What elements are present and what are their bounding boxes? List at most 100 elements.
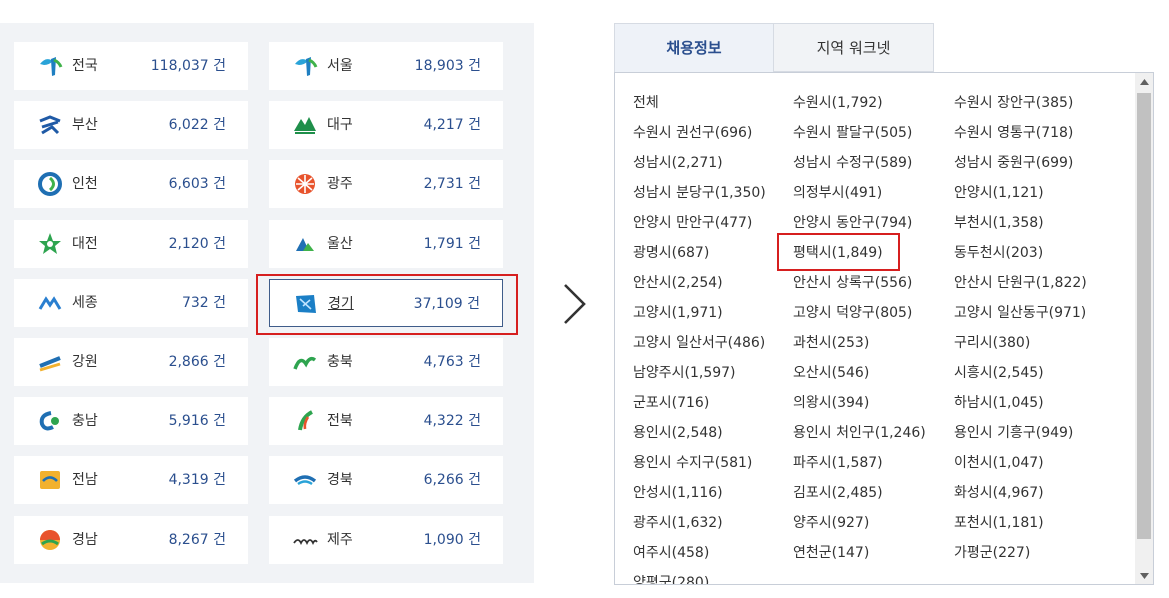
region-count: 5,916 건: [168, 413, 226, 430]
city-link[interactable]: 가평군(227): [954, 543, 1030, 563]
city-link[interactable]: 여주시(458): [633, 543, 709, 563]
region-name: 대구: [327, 117, 353, 134]
city-link[interactable]: 안양시 만안구(477): [633, 213, 752, 233]
region-name: 전북: [327, 413, 353, 430]
city-link[interactable]: 광명시(687): [633, 243, 709, 263]
city-link[interactable]: 안성시(1,116): [633, 483, 723, 503]
region-count: 1,791 건: [423, 235, 481, 252]
city-link[interactable]: 안양시(1,121): [954, 183, 1044, 203]
city-link[interactable]: 고양시 덕양구(805): [793, 303, 912, 323]
region-card[interactable]: 서울 18,903 건: [269, 42, 503, 90]
city-link[interactable]: 안산시 상록구(556): [793, 273, 912, 293]
region-card[interactable]: 광주 2,731 건: [269, 160, 503, 209]
city-link[interactable]: 수원시 팔달구(505): [793, 123, 912, 143]
city-link[interactable]: 수원시 장안구(385): [954, 93, 1073, 113]
city-link[interactable]: 의왕시(394): [793, 393, 869, 413]
region-card[interactable]: 전북 4,322 건: [269, 397, 503, 446]
city-link[interactable]: 성남시(2,271): [633, 153, 723, 173]
gyeonggi-logo-icon: [293, 292, 319, 316]
gangwon-logo-icon: [37, 350, 63, 374]
region-count: 8,267 건: [168, 531, 226, 548]
daegu-logo-icon: [292, 113, 318, 137]
city-link[interactable]: 포천시(1,181): [954, 513, 1044, 533]
region-card[interactable]: 대전 2,120 건: [14, 219, 248, 268]
city-link[interactable]: 양주시(927): [793, 513, 869, 533]
city-link[interactable]: 과천시(253): [793, 333, 869, 353]
region-card[interactable]: 전남 4,319 건: [14, 456, 248, 505]
region-count: 4,319 건: [168, 472, 226, 489]
city-link[interactable]: 연천군(147): [793, 543, 869, 563]
city-link[interactable]: 성남시 중원구(699): [954, 153, 1073, 173]
region-card[interactable]: 충북 4,763 건: [269, 338, 503, 386]
region-count: 4,217 건: [423, 117, 481, 134]
city-link[interactable]: 안산시 단원구(1,822): [954, 273, 1087, 293]
city-link[interactable]: 용인시 수지구(581): [633, 453, 752, 473]
city-link[interactable]: 수원시 영통구(718): [954, 123, 1073, 143]
scroll-up-arrow-icon[interactable]: [1135, 73, 1153, 90]
city-link[interactable]: 화성시(4,967): [954, 483, 1044, 503]
city-link[interactable]: 성남시 분당구(1,350): [633, 183, 766, 203]
vertical-scrollbar[interactable]: [1135, 73, 1153, 584]
tab-regional-worknet[interactable]: 지역 워크넷: [773, 23, 934, 72]
region-name: 경기: [328, 295, 354, 312]
city-link[interactable]: 용인시 처인구(1,246): [793, 423, 926, 443]
city-link[interactable]: 오산시(546): [793, 363, 869, 383]
chevron-right-icon: [564, 284, 586, 324]
city-link[interactable]: 전체: [633, 93, 659, 113]
city-link[interactable]: 수원시(1,792): [793, 93, 883, 113]
city-link[interactable]: 양평군(280): [633, 573, 709, 584]
region-name: 경남: [72, 531, 98, 548]
city-link[interactable]: 시흥시(2,545): [954, 363, 1044, 383]
city-link[interactable]: 안산시(2,254): [633, 273, 723, 293]
city-link[interactable]: 용인시(2,548): [633, 423, 723, 443]
city-link[interactable]: 고양시 일산서구(486): [633, 333, 765, 353]
region-card[interactable]: 대구 4,217 건: [269, 101, 503, 150]
region-name: 전남: [72, 472, 98, 489]
chungnam-logo-icon: [37, 409, 63, 433]
region-name: 대전: [72, 235, 98, 252]
region-count: 6,266 건: [423, 472, 481, 489]
region-card[interactable]: 제주 1,090 건: [269, 515, 503, 564]
korea-logo-icon: [37, 54, 63, 78]
city-link[interactable]: 의정부시(491): [793, 183, 882, 203]
region-card[interactable]: 경기 37,109 건: [269, 278, 503, 327]
region-card[interactable]: 부산 6,022 건: [14, 101, 248, 150]
incheon-logo-icon: [37, 172, 63, 197]
region-card[interactable]: 충남 5,916 건: [14, 397, 248, 446]
region-name: 부산: [72, 117, 98, 134]
city-link[interactable]: 구리시(380): [954, 333, 1030, 353]
region-name: 광주: [327, 176, 353, 193]
city-link[interactable]: 수원시 권선구(696): [633, 123, 752, 143]
region-card[interactable]: 강원 2,866 건: [14, 338, 248, 386]
city-link[interactable]: 이천시(1,047): [954, 453, 1044, 473]
region-name: 제주: [327, 531, 353, 548]
gwangju-logo-icon: [292, 172, 318, 196]
region-card[interactable]: 경북 6,266 건: [269, 456, 503, 505]
city-link[interactable]: 성남시 수정구(589): [793, 153, 912, 173]
city-link[interactable]: 김포시(2,485): [793, 483, 883, 503]
region-card[interactable]: 경남 8,267 건: [14, 515, 248, 564]
city-link[interactable]: 고양시(1,971): [633, 303, 723, 323]
city-link[interactable]: 용인시 기흥구(949): [954, 423, 1073, 443]
region-count: 37,109 건: [413, 295, 480, 312]
region-card[interactable]: 인천 6,603 건: [14, 160, 248, 209]
region-card[interactable]: 전국 118,037 건: [14, 42, 248, 90]
region-count: 1,090 건: [423, 531, 481, 548]
city-link[interactable]: 군포시(716): [633, 393, 709, 413]
city-link[interactable]: 안양시 동안구(794): [793, 213, 912, 233]
city-link[interactable]: 동두천시(203): [954, 243, 1043, 263]
daejeon-logo-icon: [37, 232, 63, 256]
city-link[interactable]: 파주시(1,587): [793, 453, 883, 473]
region-card[interactable]: 세종 732 건: [14, 278, 248, 327]
city-link[interactable]: 부천시(1,358): [954, 213, 1044, 233]
region-name: 충남: [72, 413, 98, 430]
city-link[interactable]: 광주시(1,632): [633, 513, 723, 533]
scroll-thumb[interactable]: [1137, 93, 1151, 539]
city-link[interactable]: 고양시 일산동구(971): [954, 303, 1086, 323]
city-link[interactable]: 남양주시(1,597): [633, 363, 736, 383]
city-link-selected[interactable]: 평택시(1,849): [793, 243, 883, 263]
scroll-down-arrow-icon[interactable]: [1135, 567, 1153, 584]
region-card[interactable]: 울산 1,791 건: [269, 219, 503, 268]
city-link[interactable]: 하남시(1,045): [954, 393, 1044, 413]
tab-job-info[interactable]: 채용정보: [614, 23, 774, 72]
